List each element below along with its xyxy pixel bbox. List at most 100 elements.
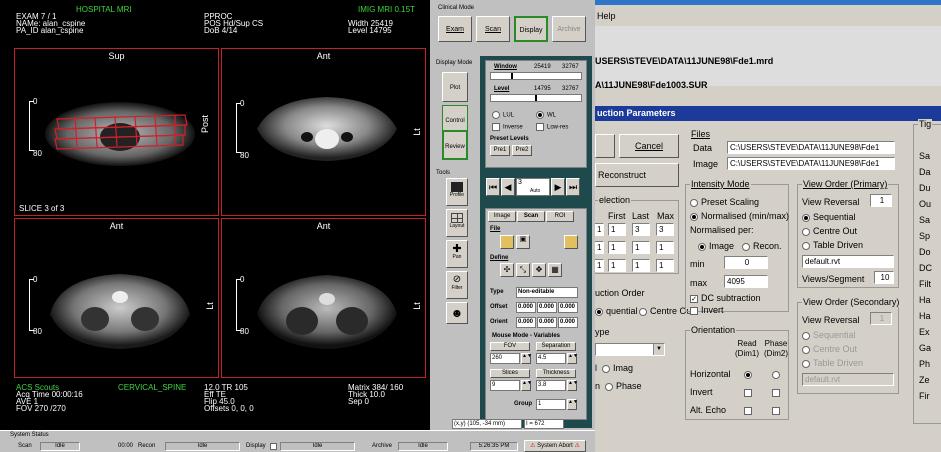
scan-button[interactable]: Scan [476,16,510,42]
define-tool-4[interactable]: ▦ [548,263,562,277]
horizontal-phase-radio[interactable] [772,369,783,379]
views-segment-field[interactable]: 10 [874,271,894,284]
offset-z[interactable]: 0.000 [558,302,578,313]
separation-spinner[interactable]: ▲▼ [567,353,578,364]
separation-field[interactable]: 4.5 [536,353,566,364]
new-file-button[interactable] [564,235,578,249]
reconstruct-button[interactable]: Reconstruct [595,163,679,187]
fov-spinner[interactable]: ▲▼ [521,353,532,364]
group-spinner[interactable]: ▲▼ [567,399,578,410]
type-phase-radio[interactable]: n Phase [595,381,642,391]
thickness-field[interactable]: 3.8 [536,380,566,391]
preset-2-button[interactable]: Pre2 [512,145,532,156]
orient-y[interactable]: 0.000 [537,317,557,328]
tab-image[interactable]: Image [488,211,516,222]
inverse-checkbox[interactable]: Inverse [492,123,523,131]
per-image-radio[interactable]: Image [698,241,734,251]
invert-read-checkbox[interactable] [744,387,755,397]
display-status-checkbox[interactable] [270,443,277,450]
save-file-button[interactable]: ▣ [516,235,530,249]
sel-field[interactable]: 1 [608,223,626,236]
alt-echo-read-checkbox[interactable] [744,405,755,415]
open-file-button[interactable] [500,235,514,249]
preset-scaling-radio[interactable]: Preset Scaling [690,197,759,207]
lut-radio[interactable]: LUL [492,111,514,119]
define-tool-2[interactable]: ⤡ [516,263,530,277]
lowres-checkbox[interactable]: Low-res [536,123,568,131]
define-tool-3[interactable]: ✥ [532,263,546,277]
dc-subtraction-checkbox[interactable]: ✓ DC subtraction [690,293,761,303]
slices-field[interactable]: 9 [490,380,520,391]
cancel-button[interactable]: Cancel [619,134,679,158]
viewport-sagittal[interactable]: Sup Post 0 80 SLICE 3 of 3 [14,48,219,216]
offset-y[interactable]: 0.000 [537,302,557,313]
vo-sequential-radio[interactable]: Sequential [802,212,856,222]
offset-x[interactable]: 0.000 [516,302,536,313]
view-order-2-file-field[interactable]: default.rvt [802,373,894,386]
ok-button[interactable] [595,134,615,158]
exam-button[interactable]: Exam [438,16,472,42]
vo2-sequential-radio[interactable]: Sequential [802,330,856,340]
orient-x[interactable]: 0.000 [516,317,536,328]
level-slider[interactable] [490,94,582,102]
sel-field[interactable]: 1 [608,241,626,254]
menu-help[interactable]: Help [597,11,616,21]
normalised-radio[interactable]: Normalised (min/max) [690,211,789,221]
prev-frame-button[interactable]: ◀ [501,178,515,196]
max-field[interactable]: 4095 [724,275,768,288]
window-slider[interactable] [490,72,582,80]
layout-button[interactable]: Layout [446,209,468,237]
horizontal-read-radio[interactable] [744,369,755,379]
sel-field[interactable]: 1 [595,241,604,254]
vo-centre-out-radio[interactable]: Centre Out [802,226,857,236]
view-order-file-field[interactable]: default.rvt [802,255,894,268]
sel-field[interactable]: 1 [595,259,604,272]
image-path-field[interactable]: C:\USERS\STEVE\DATA\11JUNE98\Fde1 [727,157,895,170]
review-button[interactable]: Review [442,130,468,160]
type-dropdown[interactable]: ▼ [595,343,665,356]
per-recon-radio[interactable]: Recon. [742,241,782,251]
view-reversal-field[interactable]: 1 [870,194,892,207]
filter-button[interactable]: ⊘ Filter [446,271,468,299]
archive-button[interactable]: Archive [552,16,586,42]
viewport-axial-3[interactable]: Ant Lt 0 80 [221,218,426,378]
tab-scan[interactable]: Scan [517,211,545,222]
invert-checkbox[interactable]: Invert [690,305,724,315]
viewport-axial-2[interactable]: Ant Lt 0 80 [14,218,219,378]
sel-field[interactable]: 1 [632,241,650,254]
alt-echo-phase-checkbox[interactable] [772,405,783,415]
pan-button[interactable]: ✚ Pan [446,240,468,268]
slices-spinner[interactable]: ▲▼ [521,380,532,391]
vo2-centre-out-radio[interactable]: Centre Out [802,344,857,354]
type-imag-radio[interactable]: l Imag [595,363,633,373]
sel-field[interactable]: 1 [632,259,650,272]
viewport-axial-1[interactable]: Ant Lt 0 80 [221,48,426,216]
vo-table-driven-radio[interactable]: Table Driven [802,240,863,250]
system-abort-button[interactable]: ⚠ System Abort ⚠ [524,440,586,452]
preset-1-button[interactable]: Pre1 [490,145,510,156]
data-path-field[interactable]: C:\USERS\STEVE\DATA\11JUNE98\Fde1 [727,141,895,154]
define-tool-1[interactable]: ✣ [500,263,514,277]
vo2-table-driven-radio[interactable]: Table Driven [802,358,863,368]
last-frame-button[interactable]: ⏭ [566,178,580,196]
sel-field[interactable]: 3 [632,223,650,236]
plot-button[interactable]: Plot [442,72,468,102]
sel-field[interactable]: 1 [595,223,604,236]
view-reversal-2-field[interactable]: 1 [870,312,892,325]
display-button[interactable]: Display [514,16,548,42]
fov-field[interactable]: 260 [490,353,520,364]
next-frame-button[interactable]: ▶ [551,178,565,196]
orient-z[interactable]: 0.000 [558,317,578,328]
frame-number[interactable]: 3 Auto [516,178,550,196]
tool-button-5[interactable]: ☻ [446,302,468,324]
sel-field[interactable]: 1 [656,241,674,254]
recon-order-sequential[interactable]: quential [595,306,638,316]
type-field[interactable]: Non-editable [516,287,578,298]
sel-field[interactable]: 3 [656,223,674,236]
profile-button[interactable]: Profile [446,178,468,206]
sel-field[interactable]: 1 [608,259,626,272]
wl-radio[interactable]: WL [536,111,556,119]
first-frame-button[interactable]: ⏮ [486,178,500,196]
tab-roi[interactable]: ROI [546,211,574,222]
invert-phase-checkbox[interactable] [772,387,783,397]
